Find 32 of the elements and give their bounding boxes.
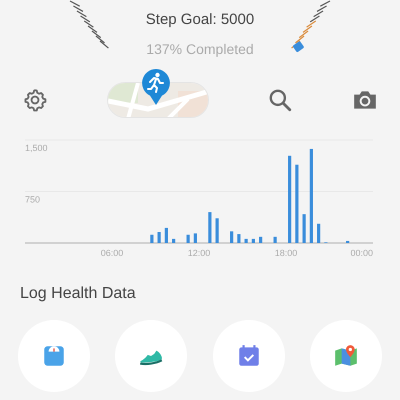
step-bar bbox=[194, 233, 197, 243]
step-bar bbox=[150, 234, 154, 243]
step-bar bbox=[237, 234, 240, 243]
step-bar bbox=[274, 236, 277, 243]
gauge-marker-icon bbox=[292, 40, 304, 53]
search-icon[interactable] bbox=[267, 87, 294, 113]
step-goal-text: Step Goal: 5000 bbox=[146, 10, 254, 30]
step-bar bbox=[252, 238, 255, 243]
axis-label: 12:00 bbox=[188, 248, 210, 258]
axis-label: 06:00 bbox=[100, 248, 124, 258]
axis-label: 18:00 bbox=[274, 248, 298, 258]
runner-pin-icon[interactable] bbox=[140, 68, 171, 106]
step-bar bbox=[230, 231, 234, 243]
step-bar bbox=[259, 236, 262, 243]
step-bar bbox=[346, 240, 350, 243]
step-bar bbox=[186, 234, 190, 243]
step-bar bbox=[317, 224, 320, 243]
settings-icon[interactable] bbox=[22, 87, 48, 113]
axis-label: 00:00 bbox=[350, 248, 373, 258]
axis-label: 750 bbox=[25, 194, 40, 204]
step-bar bbox=[244, 238, 248, 243]
step-bar bbox=[208, 212, 212, 243]
step-bar bbox=[216, 218, 219, 243]
step-bar bbox=[172, 238, 176, 243]
gauge-ticks-drawing bbox=[70, 0, 109, 49]
completion-text: 137% Completed bbox=[146, 40, 254, 59]
axis-label: 1,500 bbox=[25, 143, 48, 153]
section-title: Log Health Data bbox=[19, 284, 137, 304]
step-bar bbox=[302, 214, 306, 243]
step-bar bbox=[164, 228, 168, 243]
step-bar bbox=[158, 232, 161, 243]
gauge-ticks-drawing bbox=[291, 0, 330, 49]
